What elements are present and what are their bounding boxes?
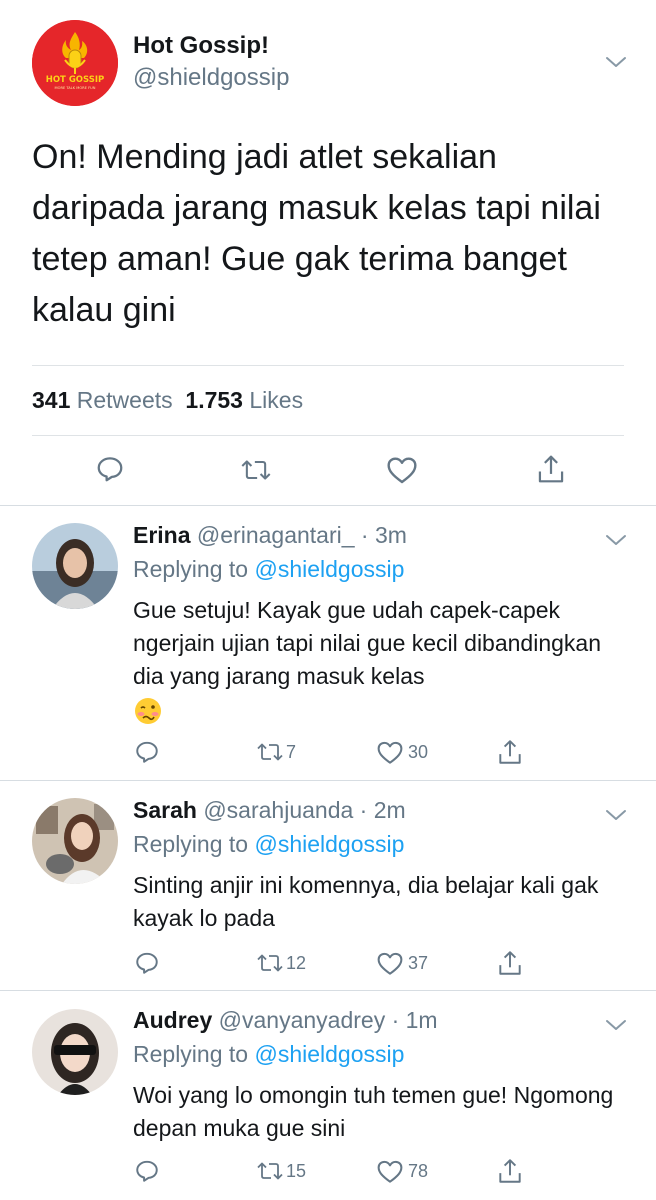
like-icon[interactable] [376,740,404,765]
chevron-down-icon[interactable] [605,808,627,822]
avatar[interactable] [32,798,118,884]
hot-gossip-avatar[interactable]: HOT GOSSIP MORE TALK MORE FUN [32,20,118,106]
reply-header: Audrey @vanyanyadrey · 1m [133,1007,438,1034]
replying-label: Replying to [133,1041,249,1067]
tweet-stats: 341 Retweets 1.753 Likes [32,387,303,414]
avatar-photo [32,523,118,609]
retweet-icon[interactable] [256,951,284,975]
replying-to-handle[interactable]: @shieldgossip [254,556,404,582]
reply-name[interactable]: Erina [133,522,191,548]
reply-icon[interactable] [134,739,160,765]
divider [32,435,624,436]
chevron-down-icon[interactable] [605,533,627,547]
retweet-icon[interactable] [256,1159,284,1183]
replying-to-handle[interactable]: @shieldgossip [254,1041,404,1067]
reply-time: · 1m [391,1007,438,1033]
share-icon[interactable] [536,453,566,485]
chevron-down-icon[interactable] [605,1018,627,1032]
svg-text:HOT GOSSIP: HOT GOSSIP [46,75,105,85]
reply-time: · 3m [360,522,407,548]
retweet-count[interactable]: 12 [286,953,306,974]
retweet-label[interactable]: Retweets [77,387,173,413]
hot-gossip-logo: HOT GOSSIP MORE TALK MORE FUN [32,20,118,106]
like-icon[interactable] [376,951,404,976]
avatar[interactable] [32,1009,118,1095]
divider [32,365,624,366]
like-count[interactable]: 78 [408,1161,428,1182]
share-icon[interactable] [497,738,523,766]
replying-label: Replying to [133,556,249,582]
replying-to: Replying to @shieldgossip [133,831,404,858]
reply-name[interactable]: Sarah [133,797,197,823]
reply-handle[interactable]: @erinagantari_ [197,522,355,548]
reply-tweet[interactable]: Erina @erinagantari_ · 3m Replying to @s… [0,522,656,780]
reply-text: Woi yang lo omongin tuh temen gue! Ngomo… [133,1082,614,1141]
share-icon[interactable] [497,949,523,977]
avatar-photo [32,1009,118,1095]
retweet-count[interactable]: 341 [32,387,70,413]
reply-text-content: Gue setuju! Kayak gue udah capek-capek n… [133,597,601,689]
chevron-down-icon[interactable] [605,55,627,69]
like-label[interactable]: Likes [249,387,303,413]
like-icon[interactable] [376,1159,404,1184]
reply-text: Gue setuju! Kayak gue udah capek-capek n… [133,594,633,726]
account-name[interactable]: Hot Gossip! [133,32,269,60]
like-count[interactable]: 1.753 [185,387,243,413]
replying-to: Replying to @shieldgossip [133,556,404,583]
retweet-count[interactable]: 15 [286,1161,306,1182]
reply-name[interactable]: Audrey [133,1007,212,1033]
tweet-text: On! Mending jadi atlet sekalian daripada… [32,138,601,329]
account-handle[interactable]: @shieldgossip [133,64,289,92]
like-count[interactable]: 37 [408,953,428,974]
replying-to: Replying to @shieldgossip [133,1041,404,1068]
like-count[interactable]: 30 [408,742,428,763]
reply-handle[interactable]: @sarahjuanda [203,797,353,823]
retweet-count[interactable]: 7 [286,742,296,763]
share-icon[interactable] [497,1157,523,1185]
retweet-icon[interactable] [240,455,272,485]
svg-text:MORE TALK MORE FUN: MORE TALK MORE FUN [55,86,96,90]
reply-header: Sarah @sarahjuanda · 2m [133,797,406,824]
replying-to-handle[interactable]: @shieldgossip [254,831,404,857]
avatar-photo [32,798,118,884]
main-tweet: HOT GOSSIP MORE TALK MORE FUN Hot Gossip… [0,0,656,505]
reply-time: · 2m [359,797,406,823]
reply-tweet[interactable]: Sarah @sarahjuanda · 2m Replying to @shi… [0,797,656,990]
reply-icon[interactable] [95,454,125,484]
separator [0,505,656,506]
reply-handle[interactable]: @vanyanyadrey [219,1007,386,1033]
separator [0,780,656,781]
reply-text: Sinting anjir ini komennya, dia belajar … [133,872,599,931]
reply-tweet[interactable]: Audrey @vanyanyadrey · 1m Replying to @s… [0,1007,656,1200]
reply-icon[interactable] [134,1158,160,1184]
reply-header: Erina @erinagantari_ · 3m [133,522,407,549]
separator [0,990,656,991]
retweet-icon[interactable] [256,740,284,764]
woozy-face-icon [135,697,161,724]
reply-icon[interactable] [134,950,160,976]
like-icon[interactable] [386,455,418,485]
avatar[interactable] [32,523,118,609]
replying-label: Replying to [133,831,249,857]
